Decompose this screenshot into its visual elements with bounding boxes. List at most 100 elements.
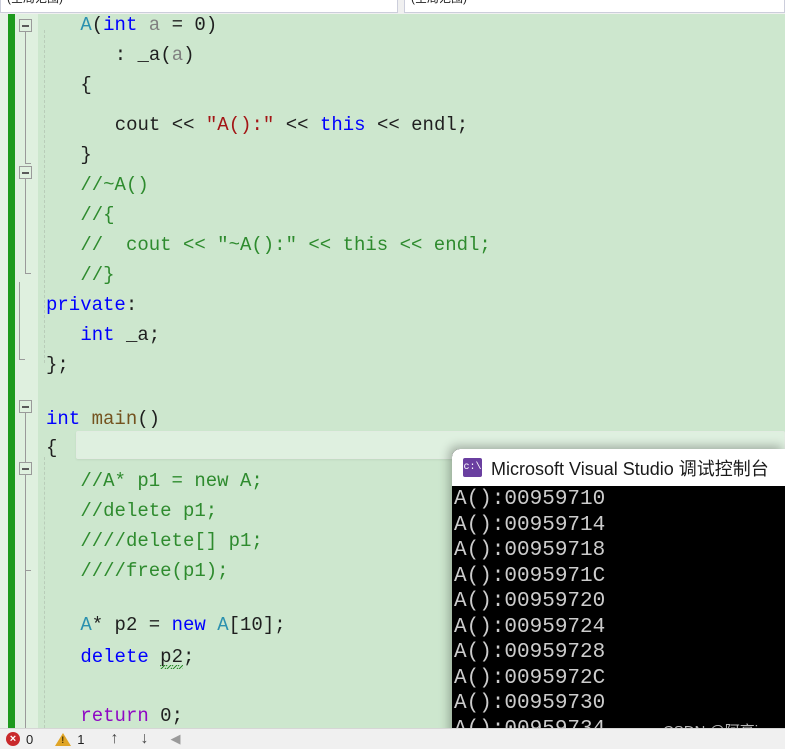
scope-dropdown-right[interactable]: (全局范围) <box>404 0 785 13</box>
code-token: ////free(p1); <box>80 560 229 582</box>
code-token: ]; <box>262 614 286 636</box>
code-token: int <box>80 324 115 346</box>
code-token: new <box>171 614 206 636</box>
code-line: ////delete[] p1; <box>38 526 263 556</box>
code-line: } <box>38 140 91 170</box>
code-token: [ <box>228 614 241 636</box>
code-line: return 0; <box>38 701 183 728</box>
code-token: delete <box>80 646 149 668</box>
code-token: // cout << "~A():" << this << endl; <box>80 234 491 256</box>
scope-dropdown-left[interactable]: (全局范围) <box>0 0 398 13</box>
code-line: ////free(p1); <box>38 556 229 586</box>
console-output-line: A():00959710 <box>454 488 606 511</box>
code-token: A <box>217 614 229 636</box>
code-token: = <box>160 14 195 36</box>
code-token: a <box>171 44 184 66</box>
outline-guide-tick <box>25 163 31 164</box>
code-token: << <box>160 114 206 136</box>
code-line: //{ <box>38 200 115 230</box>
code-token: 10 <box>240 614 263 636</box>
code-token: 0 <box>160 705 172 727</box>
outlining-margin[interactable] <box>15 14 38 728</box>
code-token: //{ <box>80 204 115 226</box>
collapse-box-constructor[interactable] <box>19 19 32 32</box>
collapse-box-comment-block-2[interactable] <box>19 462 32 475</box>
code-token: A <box>80 14 92 36</box>
navigation-bar: (全局范围) (全局范围) <box>0 0 785 14</box>
code-token: p2 <box>160 646 183 669</box>
code-token: ; <box>171 705 183 727</box>
code-line: }; <box>38 350 69 380</box>
error-icon: × <box>6 732 20 746</box>
code-line: //~A() <box>38 170 149 200</box>
code-line: A(int a = 0) <box>38 14 217 40</box>
code-token: : <box>114 44 138 66</box>
code-line: int main() <box>38 404 160 434</box>
code-token: }; <box>46 354 69 376</box>
code-line: A* p2 = new A[10]; <box>38 610 286 640</box>
console-output-line: A():0095972C <box>454 666 606 690</box>
code-line: cout << "A():" << this << endl; <box>38 110 468 140</box>
code-line: //A* p1 = new A; <box>38 466 263 496</box>
code-token: 0 <box>194 14 206 36</box>
code-token: a <box>148 14 161 36</box>
console-title-text: Microsoft Visual Studio 调试控制台 <box>491 458 769 479</box>
class-scope-tick <box>19 359 25 360</box>
collapse-box-main[interactable] <box>19 400 32 413</box>
code-line: //} <box>38 260 115 290</box>
collapse-box-comment-block[interactable] <box>19 166 32 179</box>
code-token: ) <box>205 14 218 36</box>
console-title-bar[interactable]: c:\ Microsoft Visual Studio 调试控制台 <box>452 449 785 486</box>
warning-count: 1 <box>77 731 85 747</box>
outline-guide-line <box>25 475 26 571</box>
code-token: main <box>91 408 138 430</box>
code-token: cout <box>114 114 161 136</box>
outline-guide-tick <box>25 273 31 274</box>
scroll-left-triangle-icon[interactable]: ◀ <box>170 731 180 747</box>
console-output-line: A():00959730 <box>454 692 606 715</box>
console-output-line: A():00959728 <box>454 641 606 664</box>
code-token: ////delete[] p1; <box>80 530 263 552</box>
selection-margin <box>0 14 8 728</box>
console-icon: c:\ <box>463 458 482 477</box>
class-scope-line <box>19 282 20 360</box>
code-token: //} <box>80 264 115 286</box>
code-token: //A* p1 = new A; <box>80 470 263 492</box>
code-token: this <box>319 114 366 136</box>
code-token: ) <box>183 44 195 66</box>
debug-console-window[interactable]: c:\ Microsoft Visual Studio 调试控制台 A():00… <box>452 449 785 749</box>
console-output-line: A():00959718 <box>454 539 606 562</box>
code-token: "A():" <box>205 114 275 136</box>
code-token: //delete p1; <box>80 500 218 522</box>
code-line: //delete p1; <box>38 496 217 526</box>
previous-issue-arrow-icon[interactable]: ↑ <box>110 730 118 748</box>
code-token: _a <box>137 44 161 66</box>
code-token: int <box>103 14 138 36</box>
code-line: int _a; <box>38 320 160 350</box>
code-token: A <box>80 614 92 636</box>
status-bar: × 0 1 ↑ ↓ ◀ <box>0 728 785 749</box>
code-token: _a; <box>114 324 161 346</box>
code-token: ; <box>182 646 195 668</box>
outline-guide-tick <box>25 570 31 571</box>
outline-guide-line <box>25 32 26 164</box>
next-issue-arrow-icon[interactable]: ↓ <box>140 730 148 748</box>
warning-count-item[interactable]: 1 <box>33 732 84 747</box>
changed-lines-indicator <box>8 14 15 728</box>
code-token: { <box>46 437 58 459</box>
error-count-item[interactable]: × 0 <box>0 732 33 747</box>
code-token: //~A() <box>80 174 149 196</box>
code-token: ( <box>160 44 172 66</box>
code-line: { <box>38 70 91 100</box>
code-token: << <box>365 114 412 136</box>
console-output: A():00959710 A():00959714 A():00959718 A():… <box>452 486 785 749</box>
error-count: 0 <box>26 731 34 747</box>
code-line: { <box>38 433 57 463</box>
code-token: endl <box>411 114 457 136</box>
code-token: * p2 = <box>91 614 172 636</box>
code-token: ( <box>91 14 104 36</box>
